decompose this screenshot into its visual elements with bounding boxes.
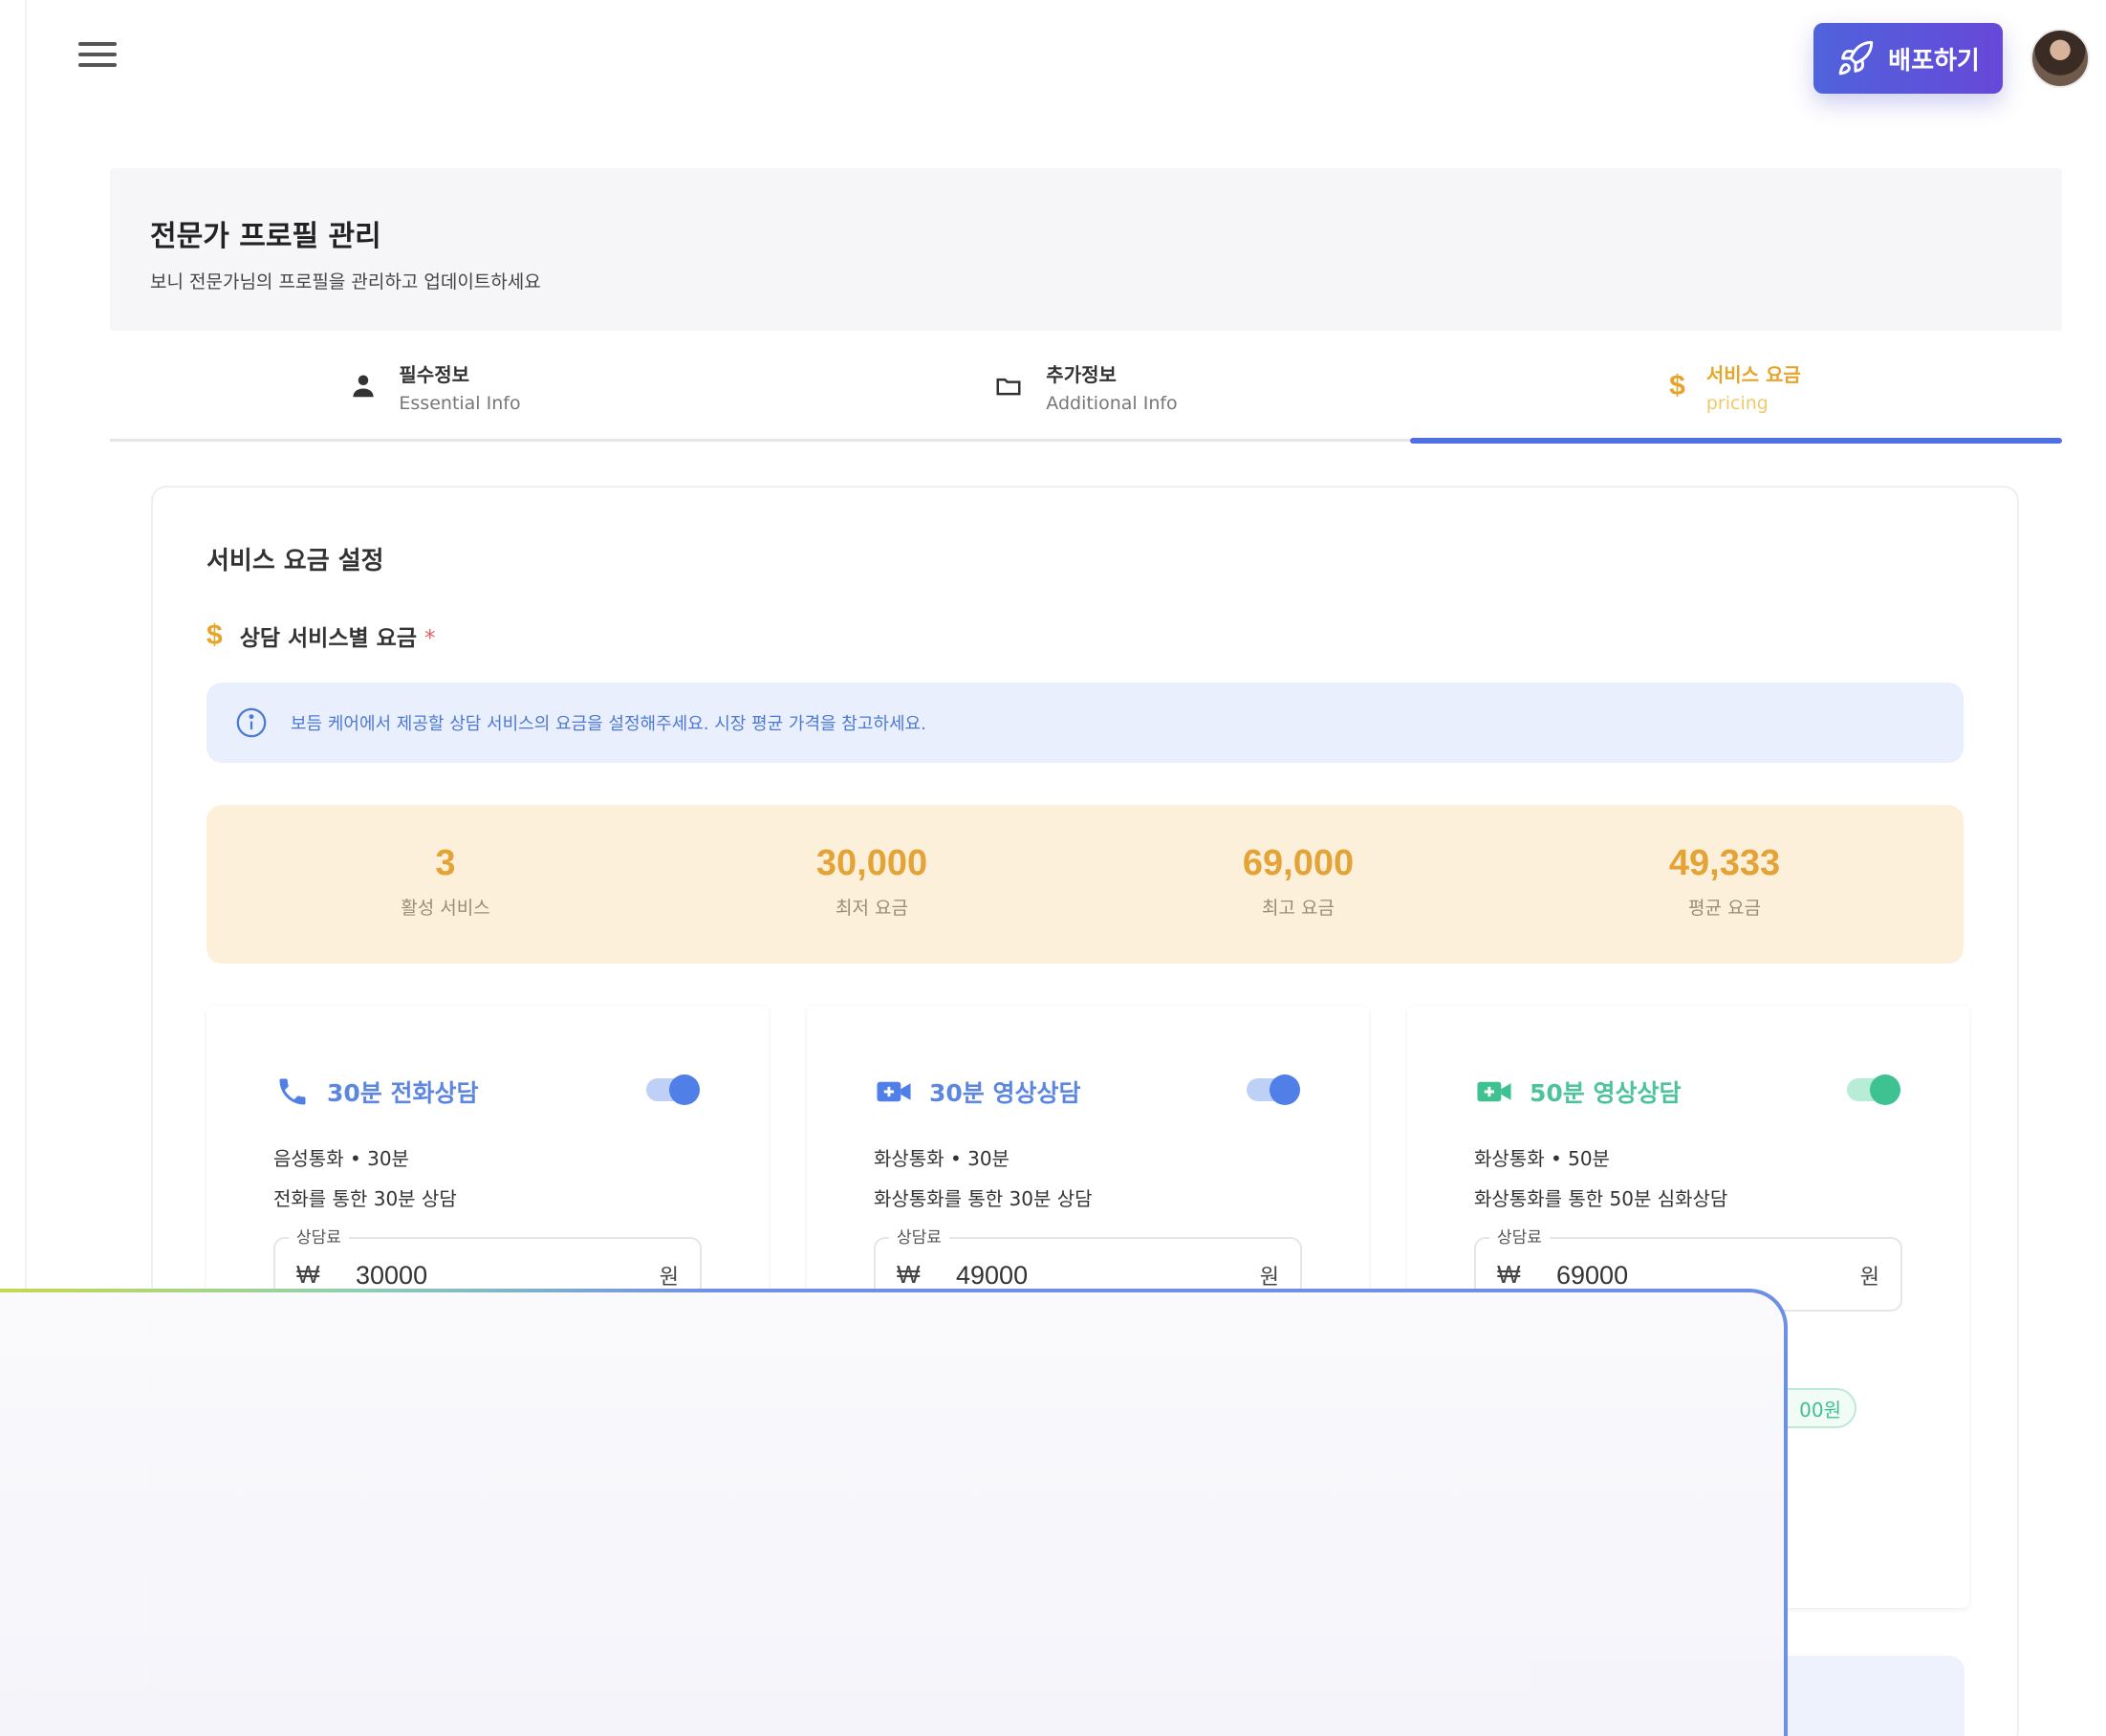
overlay-gradient-edge <box>0 1289 715 1292</box>
service-toggle[interactable] <box>646 1074 700 1105</box>
tab-sublabel: Additional Info <box>1046 392 1178 414</box>
page-header-card: 전문가 프로필 관리 보니 전문가님의 프로필을 관리하고 업데이트하세요 <box>110 168 2062 331</box>
stat-label: 최고 요금 <box>1262 898 1335 919</box>
tab-label: 필수정보 <box>399 362 470 386</box>
service-type: 음성통화 • 30분 <box>273 1147 409 1170</box>
service-description: 화상통화를 통한 50분 심화상담 <box>1474 1187 1728 1210</box>
tab-label: 추가정보 <box>1046 362 1117 386</box>
fee-unit: 원 <box>1859 1266 1879 1290</box>
service-name: 30분 영상상담 <box>929 1079 1081 1107</box>
stat-value: 30,000 <box>815 843 928 883</box>
stat-label: 활성 서비스 <box>401 898 490 919</box>
dollar-icon: $ <box>206 619 223 651</box>
deploy-button[interactable]: 배포하기 <box>1813 23 2003 94</box>
user-avatar[interactable] <box>2030 29 2090 88</box>
tab-sublabel: pricing <box>1705 392 1769 414</box>
fee-label: 상담료 <box>289 1224 349 1248</box>
hamburger-menu-icon[interactable] <box>78 42 117 75</box>
stat-label: 평균 요금 <box>1688 898 1761 919</box>
fee-unit: 원 <box>1259 1266 1279 1290</box>
service-description: 전화를 통한 30분 상담 <box>273 1187 457 1210</box>
service-type: 화상통화 • 50분 <box>1474 1147 1610 1170</box>
active-tab-indicator <box>1410 438 2062 444</box>
person-icon <box>353 375 375 398</box>
tab-essential-info[interactable]: 필수정보 Essential Info <box>110 331 760 442</box>
stat-value: 3 <box>435 843 456 883</box>
pricing-heading: $ 상담 서비스별 요금 * <box>206 619 436 652</box>
tab-label: 서비스 요금 <box>1705 362 1801 386</box>
fee-unit: 원 <box>659 1266 679 1290</box>
won-icon: ₩ <box>897 1260 921 1289</box>
stat-label: 최저 요금 <box>836 898 908 919</box>
service-toggle[interactable] <box>1847 1074 1900 1105</box>
profile-tabs: 필수정보 Essential Info 추가정보 Additional Info… <box>110 331 2062 444</box>
service-name: 30분 전화상담 <box>327 1079 479 1107</box>
service-type: 화상통화 • 30분 <box>874 1147 1010 1170</box>
video-icon <box>1477 1081 1511 1102</box>
fee-label: 상담료 <box>889 1224 949 1248</box>
folder-icon <box>996 378 1021 396</box>
service-description: 화상통화를 통한 30분 상담 <box>874 1187 1093 1210</box>
stat-active-services: 3 활성 서비스 <box>254 843 637 920</box>
service-toggle[interactable] <box>1247 1074 1300 1105</box>
required-mark: * <box>424 626 436 651</box>
rocket-icon <box>1838 40 1874 76</box>
service-name: 50분 영상상담 <box>1530 1079 1682 1107</box>
info-notice: 보듬 케어에서 제공할 상담 서비스의 요금을 설정해주세요. 시장 평균 가격… <box>206 683 1964 763</box>
tab-pricing[interactable]: $ 서비스 요금 pricing <box>1410 331 2060 442</box>
overlay-panel <box>0 1289 1788 1736</box>
stat-value: 69,000 <box>1242 843 1355 883</box>
section-title: 서비스 요금 설정 <box>206 547 384 575</box>
stat-min-price: 30,000 최저 요금 <box>681 843 1063 920</box>
page-subtitle: 보니 전문가님의 프로필을 관리하고 업데이트하세요 <box>150 271 541 293</box>
info-icon <box>236 707 267 738</box>
pricing-heading-label: 상담 서비스별 요금 <box>239 626 417 651</box>
video-icon <box>877 1081 911 1102</box>
page-title: 전문가 프로필 관리 <box>150 220 381 253</box>
deploy-label: 배포하기 <box>1888 46 1980 76</box>
info-text: 보듬 케어에서 제공할 상담 서비스의 요금을 설정해주세요. 시장 평균 가격… <box>291 714 926 734</box>
tab-additional-info[interactable]: 추가정보 Additional Info <box>760 331 1410 442</box>
tab-sublabel: Essential Info <box>399 392 521 414</box>
dollar-icon: $ <box>1669 370 1685 401</box>
stat-avg-price: 49,333 평균 요금 <box>1533 843 1916 920</box>
stat-max-price: 69,000 최고 요금 <box>1107 843 1489 920</box>
pricing-stats: 3 활성 서비스 30,000 최저 요금 69,000 최고 요금 49,33… <box>206 805 1964 964</box>
won-icon: ₩ <box>296 1260 320 1289</box>
fee-label: 상담료 <box>1489 1224 1550 1248</box>
phone-icon <box>279 1078 306 1105</box>
won-icon: ₩ <box>1497 1260 1521 1289</box>
stat-value: 49,333 <box>1668 843 1781 883</box>
